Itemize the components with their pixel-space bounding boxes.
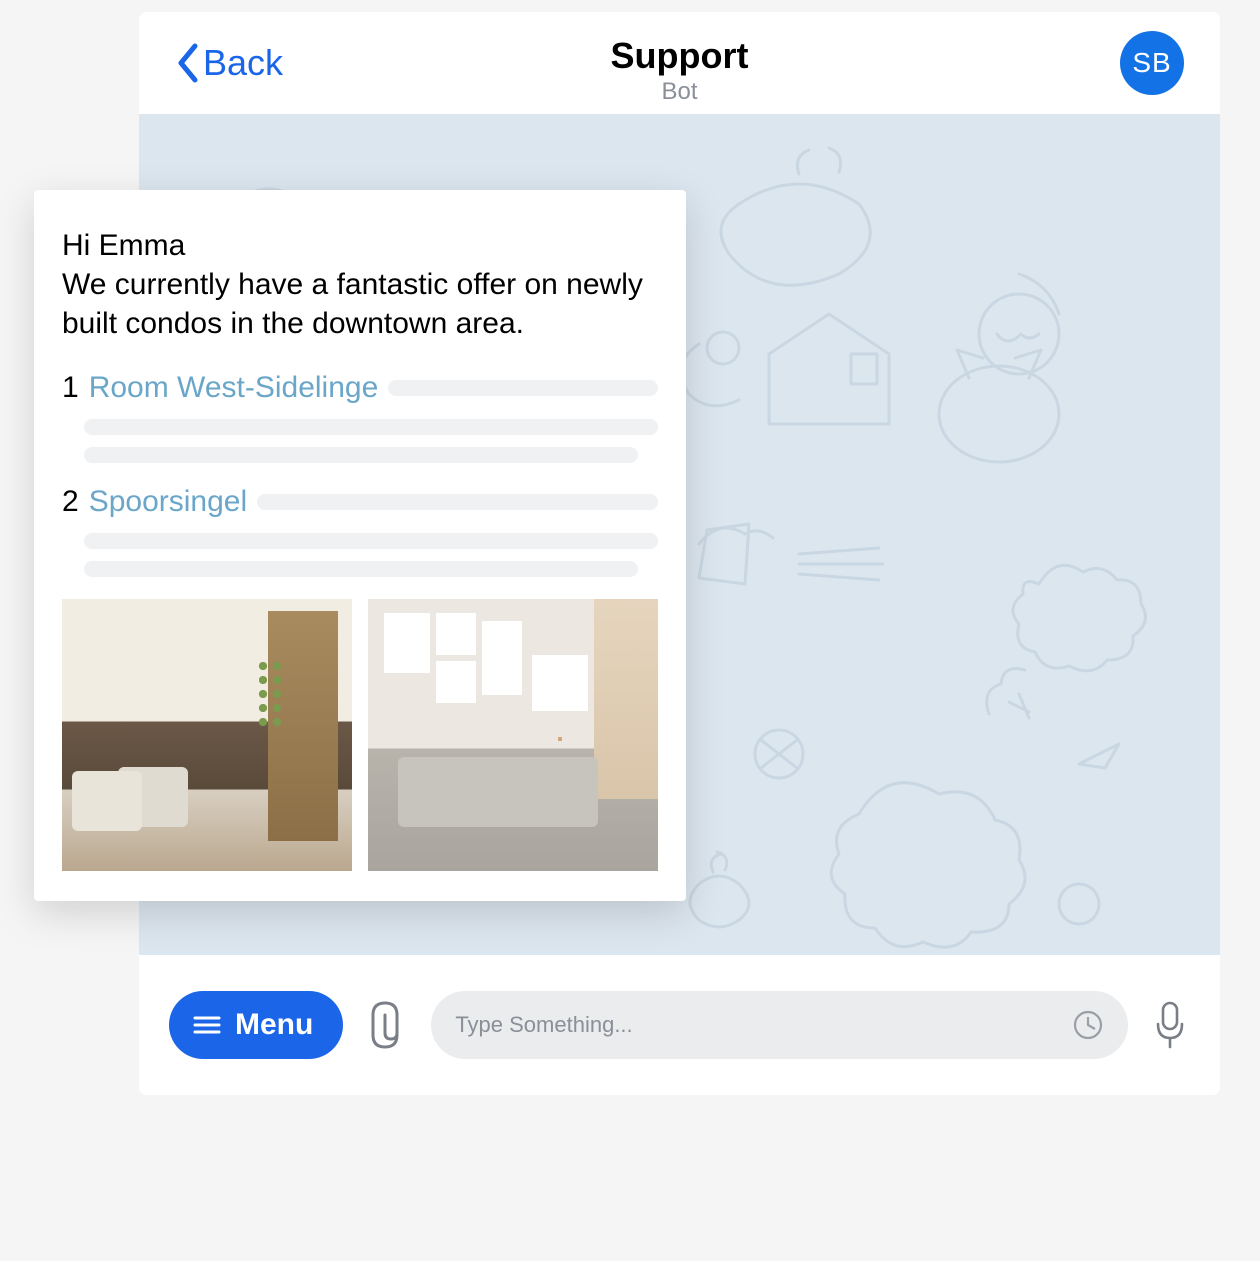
attach-button[interactable]	[365, 997, 409, 1053]
placeholder-line	[257, 494, 658, 510]
hamburger-icon	[193, 1015, 221, 1035]
message-input[interactable]	[455, 1012, 1060, 1038]
listing-link[interactable]: Spoorsingel	[89, 485, 247, 519]
chat-header: Back Support Bot SB	[139, 12, 1220, 114]
placeholder-line	[84, 447, 638, 463]
listing-item: 2 Spoorsingel	[62, 485, 658, 577]
menu-label: Menu	[235, 1008, 313, 1042]
listing-link[interactable]: Room West-Sidelinge	[89, 371, 379, 405]
message-greeting: Hi Emma	[62, 229, 185, 262]
header-title-group: Support Bot	[611, 36, 749, 106]
chat-title: Support	[611, 36, 749, 76]
avatar-initials: SB	[1132, 47, 1171, 79]
avatar[interactable]: SB	[1120, 31, 1184, 95]
mic-button[interactable]	[1150, 999, 1190, 1051]
message-text: Hi Emma We currently have a fantastic of…	[62, 226, 658, 343]
message-input-wrap	[431, 991, 1128, 1059]
clock-icon[interactable]	[1072, 1009, 1104, 1041]
bot-message-card: Hi Emma We currently have a fantastic of…	[34, 190, 686, 901]
input-bar: Menu	[139, 955, 1220, 1095]
back-label: Back	[203, 42, 283, 84]
placeholder-line	[84, 533, 658, 549]
chevron-left-icon	[175, 42, 199, 84]
listing-number: 1	[62, 371, 79, 405]
listing-photo[interactable]	[62, 599, 352, 871]
chat-subtitle: Bot	[611, 78, 749, 106]
microphone-icon	[1152, 1000, 1188, 1050]
listing-item: 1 Room West-Sidelinge	[62, 371, 658, 463]
listing-photo[interactable]	[368, 599, 658, 871]
placeholder-line	[84, 561, 638, 577]
placeholder-line	[84, 419, 658, 435]
photo-row	[62, 599, 658, 871]
message-body: We currently have a fantastic offer on n…	[62, 268, 643, 340]
menu-button[interactable]: Menu	[169, 991, 343, 1059]
placeholder-line	[388, 380, 658, 396]
listing-number: 2	[62, 485, 79, 519]
back-button[interactable]: Back	[175, 42, 283, 84]
paperclip-icon	[367, 999, 407, 1051]
